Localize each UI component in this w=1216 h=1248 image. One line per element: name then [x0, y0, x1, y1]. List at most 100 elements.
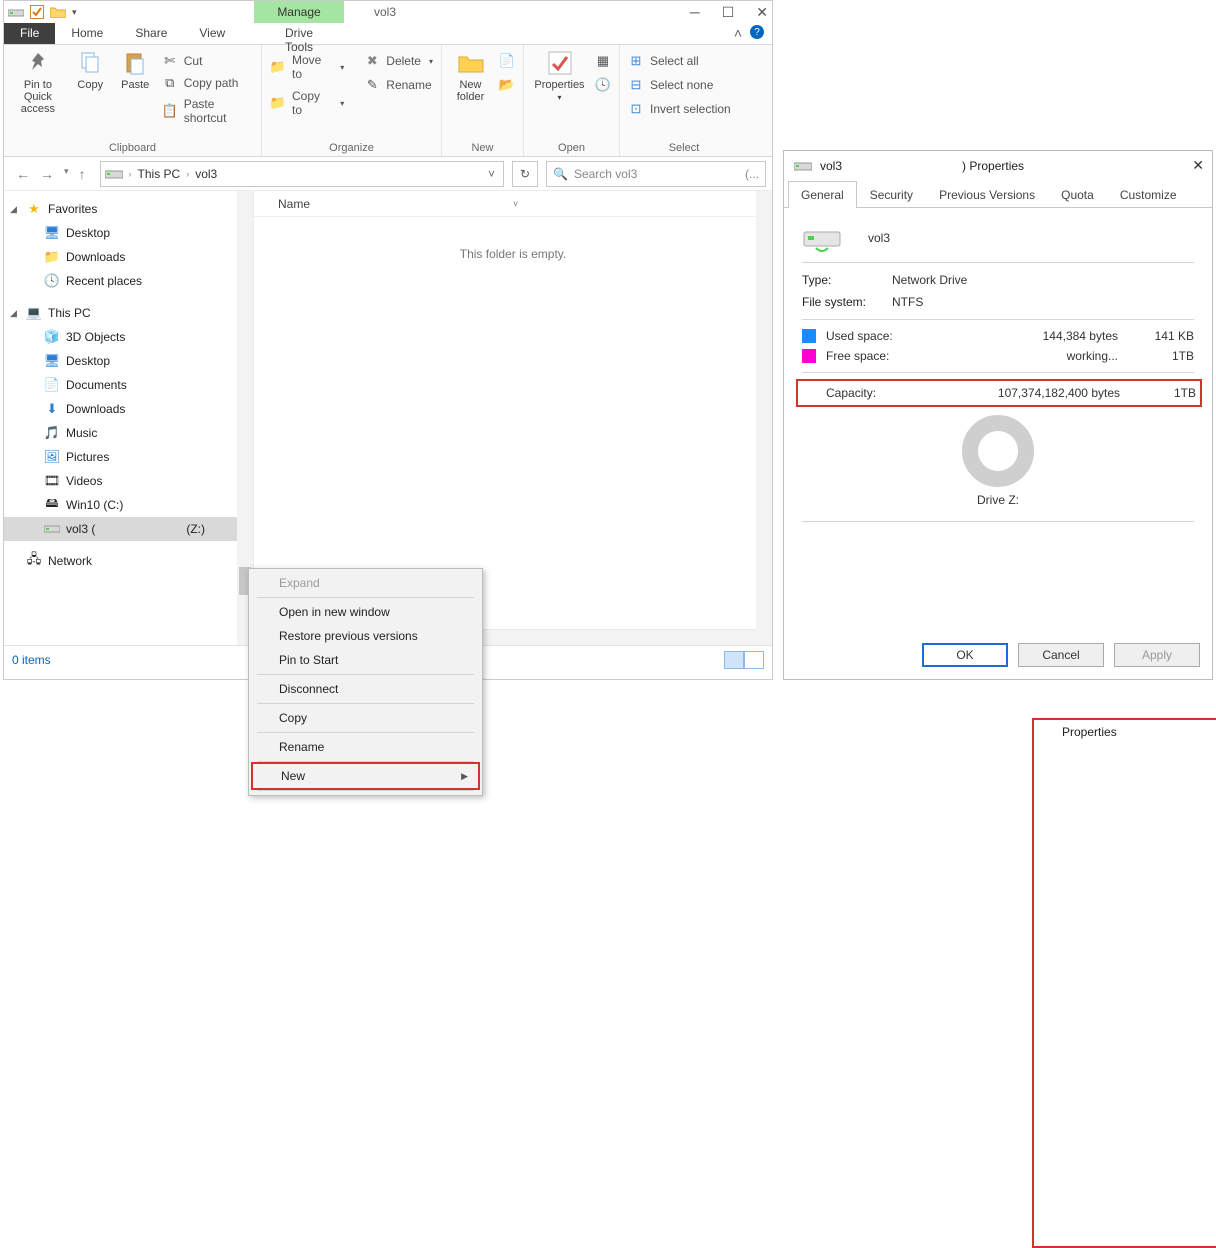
invert-selection-button[interactable]: ⊡Invert selection	[628, 101, 731, 117]
tab-general[interactable]: General	[788, 181, 857, 208]
copy-path-button[interactable]: ⧉Copy path	[162, 75, 253, 91]
breadcrumb[interactable]: › This PC › vol3 ˅	[100, 161, 504, 187]
network-drive-icon	[44, 521, 60, 537]
address-bar-row: ← → ▾ ↑ › This PC › vol3 ˅ ↻ 🔍 Search vo…	[4, 157, 772, 191]
tree-network[interactable]: 🖧Network	[4, 549, 253, 573]
tree-fav-desktop[interactable]: 🖥Desktop	[4, 221, 253, 245]
ctx-disconnect[interactable]: Disconnect	[251, 677, 480, 701]
nav-recent-icon[interactable]: ▾	[64, 166, 69, 182]
easy-access-icon[interactable]: 📂	[499, 77, 515, 93]
tree-videos[interactable]: 🎞Videos	[4, 469, 253, 493]
network-icon: 🖧	[26, 553, 42, 569]
dialog-close-button[interactable]: ✕	[1192, 157, 1204, 174]
select-all-icon: ⊞	[628, 53, 644, 69]
tree-desktop[interactable]: 🖥Desktop	[4, 349, 253, 373]
breadcrumb-this-pc[interactable]: This PC	[138, 167, 181, 181]
help-icon[interactable]: ?	[750, 25, 764, 39]
tree-pictures[interactable]: 🖼Pictures	[4, 445, 253, 469]
window-title: vol3	[374, 5, 396, 19]
refresh-button[interactable]: ↻	[512, 161, 538, 187]
videos-icon: 🎞	[44, 473, 60, 489]
new-folder-icon	[457, 49, 485, 77]
tree-this-pc[interactable]: ◢💻This PC	[4, 301, 253, 325]
ctx-pin-to-start[interactable]: Pin to Start	[251, 648, 480, 672]
delete-button[interactable]: ✖Delete▾	[364, 53, 433, 69]
close-button[interactable]: ✕	[756, 4, 768, 21]
dropdown-caret-icon[interactable]: ▾	[72, 7, 77, 18]
chevron-right-icon[interactable]: ›	[129, 169, 132, 179]
ctx-rename[interactable]: Rename	[251, 735, 480, 759]
tab-view[interactable]: View	[183, 23, 241, 44]
tree-3d-objects[interactable]: 🧊3D Objects	[4, 325, 253, 349]
tab-drive-tools[interactable]: Drive Tools	[254, 23, 344, 57]
paste-shortcut-button[interactable]: 📋Paste shortcut	[162, 97, 253, 125]
type-value: Network Drive	[892, 273, 967, 287]
apply-button[interactable]: Apply	[1114, 643, 1200, 667]
copy-button[interactable]: Copy	[72, 49, 109, 91]
details-view-button[interactable]	[724, 651, 744, 669]
checkbox-icon[interactable]	[30, 5, 44, 19]
cancel-button[interactable]: Cancel	[1018, 643, 1104, 667]
fs-value: NTFS	[892, 295, 923, 309]
tree-fav-downloads[interactable]: 📁Downloads	[4, 245, 253, 269]
ctx-copy[interactable]: Copy	[251, 706, 480, 730]
tree-fav-recent[interactable]: 🕓Recent places	[4, 269, 253, 293]
tree-c-drive[interactable]: 🖴Win10 (C:)	[4, 493, 253, 517]
tab-share[interactable]: Share	[119, 23, 183, 44]
content-scrollbar[interactable]	[756, 191, 772, 645]
ok-button[interactable]: OK	[922, 643, 1008, 667]
large-icons-view-button[interactable]	[744, 651, 764, 669]
tab-security[interactable]: Security	[857, 181, 926, 208]
pc-icon: 💻	[26, 305, 42, 321]
rename-icon: ✎	[364, 77, 380, 93]
history-icon[interactable]: 🕓	[595, 77, 611, 93]
new-item-icon[interactable]: 📄	[499, 53, 515, 69]
properties-button[interactable]: Properties ▾	[532, 49, 587, 102]
copy-to-button[interactable]: 📁Copy to▾	[270, 89, 344, 117]
tree-favorites[interactable]: ◢★Favorites	[4, 197, 253, 221]
search-box[interactable]: 🔍 Search vol3 (...	[546, 161, 766, 187]
cube-icon: 🧊	[44, 329, 60, 345]
breadcrumb-dropdown-icon[interactable]: ˅	[488, 167, 499, 181]
cut-button[interactable]: ✄Cut	[162, 53, 253, 69]
capacity-label: Capacity:	[826, 386, 966, 400]
cut-icon: ✄	[162, 53, 178, 69]
select-none-button[interactable]: ⊟Select none	[628, 77, 731, 93]
drive-icon: 🖴	[44, 497, 60, 513]
minimize-button[interactable]: ─	[690, 4, 700, 20]
chevron-right-icon[interactable]: ›	[186, 169, 189, 179]
tree-music[interactable]: 🎵Music	[4, 421, 253, 445]
ctx-open-new-window[interactable]: Open in new window	[251, 600, 480, 624]
nav-back-icon[interactable]: ←	[16, 166, 30, 182]
tree-vol3-drive[interactable]: vol3 ((Z:)	[4, 517, 253, 541]
paste-button[interactable]: Paste	[117, 49, 154, 91]
quick-access-toolbar: ▾	[8, 5, 77, 19]
tab-file[interactable]: File	[4, 23, 55, 44]
breadcrumb-vol3[interactable]: vol3	[195, 167, 217, 181]
move-to-button[interactable]: 📁Move to▾	[270, 53, 344, 81]
nav-up-icon[interactable]: ↑	[79, 166, 86, 182]
new-folder-button[interactable]: New folder	[450, 49, 491, 103]
ctx-restore-versions[interactable]: Restore previous versions	[251, 624, 480, 648]
tree-downloads[interactable]: ⬇Downloads	[4, 397, 253, 421]
tab-customize[interactable]: Customize	[1107, 181, 1190, 208]
manage-contextual-tab[interactable]: Manage	[254, 1, 344, 23]
tab-previous-versions[interactable]: Previous Versions	[926, 181, 1048, 208]
maximize-button[interactable]: ☐	[722, 4, 735, 21]
drive-name: vol3	[868, 231, 890, 245]
tree-documents[interactable]: 📄Documents	[4, 373, 253, 397]
column-header-name[interactable]: Name˅	[254, 191, 772, 217]
ctx-new[interactable]: New▶	[253, 764, 478, 788]
pin-to-quick-access-button[interactable]: Pin to Quick access	[12, 49, 64, 115]
ctx-properties[interactable]: Properties	[1034, 720, 1216, 744]
nav-forward-icon[interactable]: →	[40, 166, 54, 182]
new-folder-label: New folder	[450, 79, 491, 103]
nav-tree: ◢★Favorites 🖥Desktop 📁Downloads 🕓Recent …	[4, 191, 254, 645]
ribbon-collapse-icon[interactable]: ˄	[734, 25, 742, 41]
tab-quota[interactable]: Quota	[1048, 181, 1107, 208]
open-icon[interactable]: ▦	[595, 53, 611, 69]
properties-dialog: vol3 ) Properties ✕ General Security Pre…	[783, 150, 1213, 680]
rename-button[interactable]: ✎Rename	[364, 77, 433, 93]
select-all-button[interactable]: ⊞Select all	[628, 53, 731, 69]
tab-home[interactable]: Home	[55, 23, 119, 44]
